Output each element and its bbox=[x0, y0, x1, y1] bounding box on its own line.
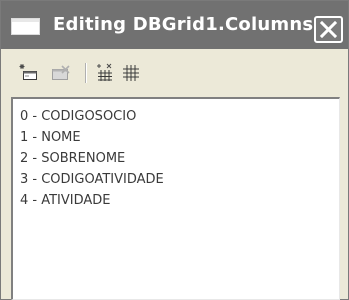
add-new-icon bbox=[19, 64, 37, 80]
close-button[interactable] bbox=[314, 16, 343, 43]
window-title: Editing DBGrid1.Columns bbox=[53, 14, 314, 35]
title-bar[interactable]: Editing DBGrid1.Columns bbox=[1, 1, 348, 49]
toolbar-separator bbox=[85, 63, 87, 83]
add-all-fields-icon bbox=[97, 63, 112, 81]
list-item[interactable]: 2 - SOBRENOME bbox=[20, 149, 125, 169]
columns-list[interactable]: 0 - CODIGOSOCIO 1 - NOME 2 - SOBRENOME 3… bbox=[11, 97, 340, 300]
collection-editor-window: Editing DBGrid1.Columns 0 - CODIGOSOCIO … bbox=[0, 0, 349, 300]
restore-defaults-button[interactable] bbox=[119, 61, 143, 85]
window-icon bbox=[11, 18, 40, 35]
delete-button[interactable] bbox=[49, 61, 73, 85]
add-new-button[interactable] bbox=[17, 61, 41, 85]
add-all-fields-button[interactable] bbox=[93, 61, 117, 85]
toolbar bbox=[7, 59, 343, 89]
list-item[interactable]: 0 - CODIGOSOCIO bbox=[20, 107, 136, 127]
list-item[interactable]: 3 - CODIGOATIVIDADE bbox=[20, 170, 164, 190]
close-icon bbox=[320, 21, 337, 38]
list-item[interactable]: 1 - NOME bbox=[20, 128, 81, 148]
delete-icon bbox=[52, 65, 70, 80]
list-item[interactable]: 4 - ATIVIDADE bbox=[20, 191, 111, 211]
restore-defaults-icon bbox=[123, 65, 139, 81]
